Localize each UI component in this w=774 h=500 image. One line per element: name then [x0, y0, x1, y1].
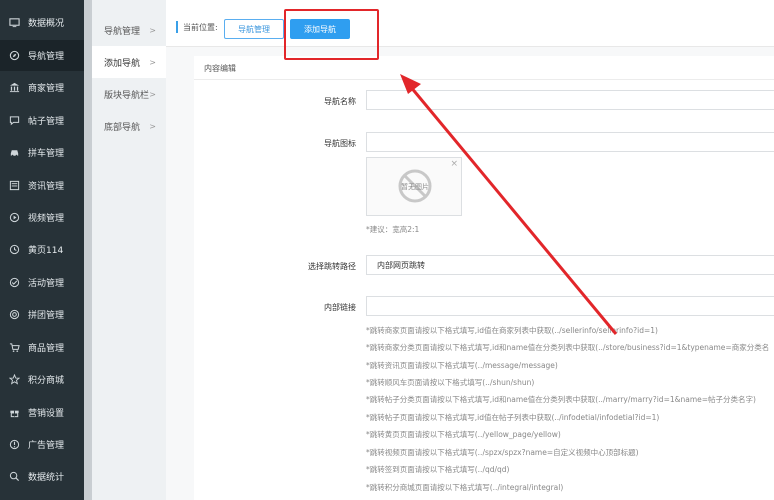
video-icon — [8, 212, 20, 224]
sidebar-item-label: 广告管理 — [28, 441, 65, 451]
sidebar-item-merchant-management[interactable]: 商家管理 — [0, 72, 84, 103]
sidebar-item-label: 拼团管理 — [28, 311, 65, 321]
monitor-icon — [8, 17, 20, 29]
nav-icon-label: 导航图标 — [324, 139, 356, 148]
chevron-right-icon: > — [149, 25, 156, 35]
subnav-item-section-navbar[interactable]: 版块导航栏 > — [92, 78, 166, 110]
sidebar-item-nav-management[interactable]: 导航管理 — [0, 40, 84, 71]
sidebar-item-label: 资讯管理 — [28, 182, 65, 192]
sidebar-item-label: 帖子管理 — [28, 117, 65, 127]
chevron-right-icon: > — [149, 57, 156, 67]
sidebar-item-carpool-management[interactable]: 拼车管理 — [0, 137, 84, 168]
chevron-right-icon: > — [149, 89, 156, 99]
ad-icon — [8, 439, 20, 451]
breadcrumb-label: 当前位置: — [183, 23, 218, 32]
sidebar-item-post-management[interactable]: 帖子管理 — [0, 105, 84, 136]
gift-icon — [8, 407, 20, 419]
subnav-item-label: 导航管理 — [104, 26, 141, 37]
car-icon — [8, 147, 20, 159]
sidebar-item-activity-management[interactable]: 活动管理 — [0, 267, 84, 298]
chevron-right-icon: > — [149, 121, 156, 131]
news-icon — [8, 180, 20, 192]
route-label: 选择跳转路径 — [308, 262, 356, 271]
sidebar-item-label: 数据概况 — [28, 19, 65, 29]
internal-link-input[interactable] — [366, 296, 774, 316]
subnav-item-bottom-nav[interactable]: 底部导航 > — [92, 110, 166, 142]
breadcrumb-marker — [176, 21, 178, 33]
link-hint: *跳转签到页面请按以下格式填写(../qd/qd) — [366, 465, 510, 474]
sidebar-item-points-mall[interactable]: 积分商城 — [0, 364, 84, 395]
sidebar-item-ad-management[interactable]: 广告管理 — [0, 429, 84, 460]
cart-icon — [8, 342, 20, 354]
sidebar-item-data-overview[interactable]: 数据概况 — [0, 7, 84, 38]
sidebar-item-label: 导航管理 — [28, 52, 65, 62]
star-icon — [8, 374, 20, 386]
breadcrumb-bar: 当前位置: 导航管理 添加导航 — [166, 0, 774, 47]
sidebar-item-data-statistics[interactable]: 数据统计 — [0, 461, 84, 492]
link-hint: *跳转商家分类页面请按以下格式填写,id和name值在分类列表中获取(../st… — [366, 343, 770, 352]
sidebar-item-group-buy[interactable]: 拼团管理 — [0, 299, 84, 330]
subnav-item-add-nav[interactable]: 添加导航 > — [92, 46, 166, 78]
no-image-text: 暂无图片 — [401, 183, 429, 191]
group-icon — [8, 309, 20, 321]
sidebar-item-label: 活动管理 — [28, 279, 65, 289]
bank-icon — [8, 82, 20, 94]
sidebar-item-marketing-settings[interactable]: 营销设置 — [0, 397, 84, 428]
sidebar-item-label: 营销设置 — [28, 409, 65, 419]
route-select[interactable]: 内部网页跳转 — [366, 255, 774, 275]
nav-icon-input[interactable] — [366, 132, 774, 152]
sidebar-item-yellow-pages[interactable]: 黄页114 — [0, 234, 84, 265]
link-hint: *跳转顺风车页面请按以下格式填写(../shun/shun) — [366, 378, 535, 387]
link-hint: *跳转商家页面请按以下格式填写,id值在商家列表中获取(../sellerinf… — [366, 326, 658, 335]
annotation-highlight-box — [284, 9, 379, 60]
tab-nav-management[interactable]: 导航管理 — [224, 19, 284, 39]
main-content: 当前位置: 导航管理 添加导航 内容编辑 导航名称 导航图标 × 暂无图片 *建… — [166, 0, 774, 500]
sidebar-item-label: 黄页114 — [28, 246, 64, 256]
yellow-page-icon — [8, 244, 20, 256]
internal-link-label: 内部链接 — [324, 303, 356, 312]
content-edit-card: 内容编辑 导航名称 导航图标 × 暂无图片 *建议：宽高2:1 选择跳转路径 内… — [194, 56, 774, 500]
link-hint: *跳转帖子页面请按以下格式填写,id值在帖子列表中获取(../infodetia… — [366, 413, 660, 422]
sidebar-item-video-management[interactable]: 视频管理 — [0, 202, 84, 233]
chat-icon — [8, 115, 20, 127]
sidebar-item-label: 数据统计 — [28, 473, 65, 483]
link-hint: *跳转帖子分类页面请按以下格式填写,id和name值在分类列表中获取(../ma… — [366, 395, 756, 404]
subnav-item-label: 底部导航 — [104, 122, 141, 133]
subnav-item-label: 添加导航 — [104, 58, 141, 69]
sidebar-item-label: 积分商城 — [28, 376, 65, 386]
compass-icon — [8, 50, 20, 62]
sidebar-item-news-management[interactable]: 资讯管理 — [0, 170, 84, 201]
sidebar-item-label: 拼车管理 — [28, 149, 65, 159]
sidebar-item-label: 商品管理 — [28, 344, 65, 354]
divider — [194, 79, 774, 80]
link-hint: *跳转视频页面请按以下格式填写(../spzx/spzx?name=自定义视频中… — [366, 448, 639, 457]
icon-preview[interactable]: × 暂无图片 — [366, 157, 462, 216]
sidebar: 数据概况 导航管理 商家管理 帖子管理 拼车管理 资讯管理 视频管理 黄页114… — [0, 0, 84, 500]
link-hint: *跳转积分商城页面请按以下格式填写(../integral/integral) — [366, 483, 564, 492]
sidebar-item-label: 视频管理 — [28, 214, 65, 224]
sidebar-item-label: 商家管理 — [28, 84, 65, 94]
link-hint: *跳转资讯页面请按以下格式填写(../message/message) — [366, 361, 558, 370]
sub-navigation: 导航管理 > 添加导航 > 版块导航栏 > 底部导航 > — [92, 0, 166, 500]
nav-name-label: 导航名称 — [324, 97, 356, 106]
activity-icon — [8, 277, 20, 289]
link-hint: *跳转黄页页面请按以下格式填写(../yellow_page/yellow) — [366, 430, 561, 439]
close-icon[interactable]: × — [450, 159, 458, 169]
nav-name-input[interactable] — [366, 90, 774, 110]
subnav-item-label: 版块导航栏 — [104, 90, 150, 101]
sidebar-item-goods-management[interactable]: 商品管理 — [0, 332, 84, 363]
subnav-item-nav-management[interactable]: 导航管理 > — [92, 14, 166, 46]
sidebar-scrollbar[interactable] — [84, 0, 92, 500]
stats-icon — [8, 471, 20, 483]
section-title: 内容编辑 — [204, 64, 236, 73]
icon-size-hint: *建议：宽高2:1 — [366, 225, 420, 234]
